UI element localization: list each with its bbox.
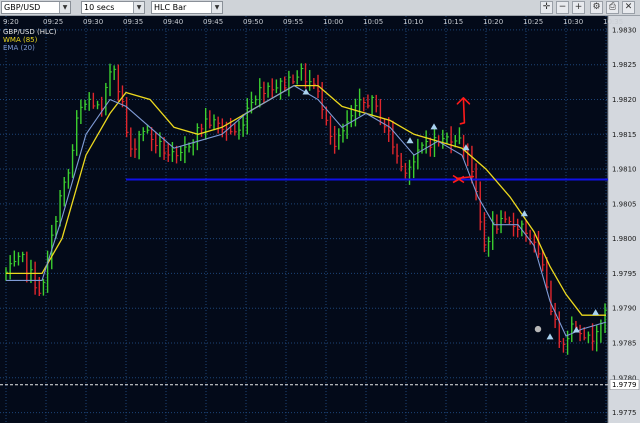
x-tick-label: 10:20 xyxy=(483,18,503,26)
x-tick-label: 09:45 xyxy=(203,18,223,26)
legend-ema: EMA (20) xyxy=(3,44,35,52)
y-tick-label: 1.9805 xyxy=(612,200,637,208)
y-tick-label: 1.9830 xyxy=(612,26,637,34)
chart-toolbar: GBP/USD ▼ 10 secs ▼ HLC Bar ▼ ✛ − + ⚙ ⎙ … xyxy=(0,0,640,16)
plus-icon: + xyxy=(574,2,583,12)
price-chart[interactable]: 9:20 09:25 09:30 09:35 09:40 09:45 09:50 09:55 1… xyxy=(0,16,640,423)
zoom-out-button[interactable]: − xyxy=(556,1,569,14)
chevron-down-icon[interactable]: ▼ xyxy=(133,2,144,13)
plot-area[interactable] xyxy=(0,16,608,423)
minus-icon: − xyxy=(558,2,567,12)
y-tick-label: 1.9810 xyxy=(612,166,637,174)
x-tick-label: 10:30 xyxy=(563,18,583,26)
trading-chart-window: GBP/USD ▼ 10 secs ▼ HLC Bar ▼ ✛ − + ⚙ ⎙ … xyxy=(0,0,640,423)
legend-main-series: GBP/USD (HLC) xyxy=(3,28,57,36)
y-tick-label: 1.9820 xyxy=(612,96,637,104)
interval-select-value: 10 secs xyxy=(84,3,115,12)
x-tick-label: 10:05 xyxy=(363,18,383,26)
zoom-in-button[interactable]: + xyxy=(572,1,585,14)
close-icon: ✕ xyxy=(624,2,633,12)
print-button[interactable]: ⎙ xyxy=(606,1,619,14)
x-tick-label: 10:35 xyxy=(603,18,623,26)
interval-select[interactable]: 10 secs ▼ xyxy=(81,1,145,14)
y-tick-label: 1.9785 xyxy=(612,339,637,347)
x-tick-label: 09:55 xyxy=(283,18,303,26)
x-tick-label: 09:40 xyxy=(163,18,183,26)
y-tick-label: 1.9800 xyxy=(612,235,637,243)
symbol-select[interactable]: GBP/USD ▼ xyxy=(1,1,71,14)
chevron-down-icon[interactable]: ▼ xyxy=(211,2,222,13)
x-tick-label: 09:30 xyxy=(83,18,103,26)
y-tick-label: 1.9775 xyxy=(612,409,637,417)
x-tick-label: 09:50 xyxy=(243,18,263,26)
chart-type-select[interactable]: HLC Bar ▼ xyxy=(151,1,223,14)
chart-type-select-value: HLC Bar xyxy=(154,3,187,12)
chart-settings-button[interactable]: ⚙ xyxy=(590,1,603,14)
y-tick-label: 1.9825 xyxy=(612,61,637,69)
y-tick-label: 1.9795 xyxy=(612,270,637,278)
x-tick-label: 10:15 xyxy=(443,18,463,26)
y-tick-label: 1.9815 xyxy=(612,131,637,139)
crosshair-icon: ✛ xyxy=(542,2,551,12)
current-price-label: 1.9779 xyxy=(612,381,637,389)
x-tick-label: 10:10 xyxy=(403,18,423,26)
legend-wma: WMA (85) xyxy=(3,36,38,44)
print-icon: ⎙ xyxy=(608,2,617,12)
symbol-select-value: GBP/USD xyxy=(4,3,41,12)
x-tick-label: 09:35 xyxy=(123,18,143,26)
gear-icon: ⚙ xyxy=(592,2,601,12)
crosshair-button[interactable]: ✛ xyxy=(540,1,553,14)
x-tick-label: 10:00 xyxy=(323,18,343,26)
x-tick-label: 09:25 xyxy=(43,18,63,26)
close-chart-button[interactable]: ✕ xyxy=(622,1,635,14)
price-axis-panel xyxy=(608,16,640,423)
y-tick-label: 1.9790 xyxy=(612,305,637,313)
chevron-down-icon[interactable]: ▼ xyxy=(59,2,70,13)
x-tick-label: 9:20 xyxy=(3,18,19,26)
x-tick-label: 10:25 xyxy=(523,18,543,26)
signal-dot-marker xyxy=(534,325,542,333)
